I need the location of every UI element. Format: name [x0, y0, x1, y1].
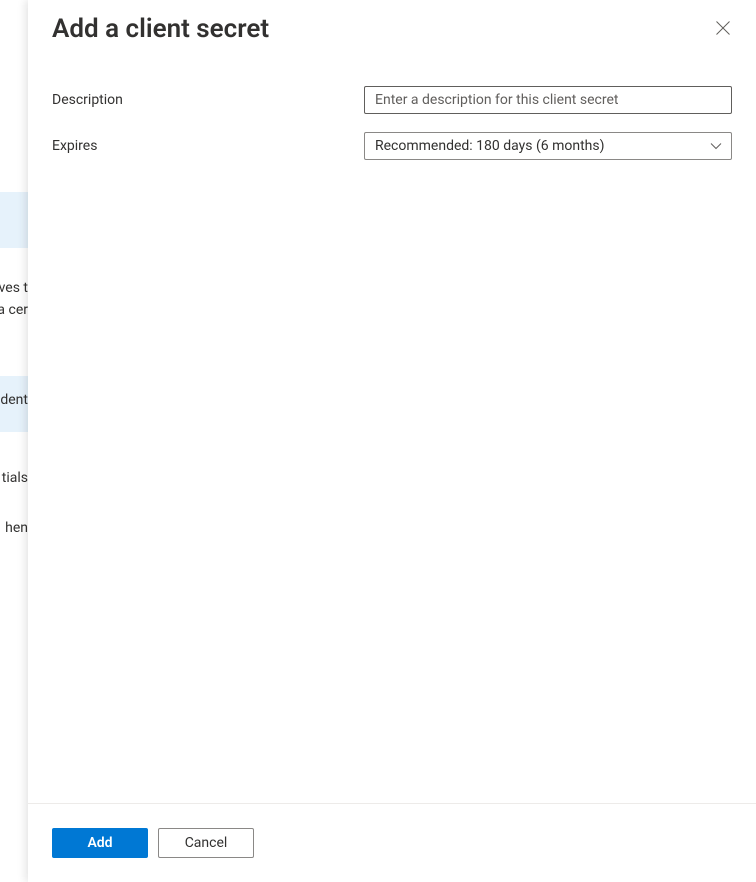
expires-label: Expires [52, 138, 364, 154]
expires-dropdown[interactable]: Recommended: 180 days (6 months) [364, 132, 732, 160]
expires-control: Recommended: 180 days (6 months) [364, 132, 732, 160]
panel-footer: Add Cancel [28, 803, 756, 882]
expires-row: Expires Recommended: 180 days (6 months) [52, 132, 732, 160]
description-input[interactable] [364, 86, 732, 114]
bg-text-fragment: hen [5, 520, 28, 536]
description-label: Description [52, 92, 364, 108]
add-client-secret-panel: Add a client secret Description Expires [28, 0, 756, 882]
close-button[interactable] [714, 20, 732, 38]
bg-text-fragment: ves t [0, 280, 28, 296]
bg-text-fragment: tials [2, 470, 28, 486]
close-icon [716, 20, 730, 39]
background-page-sliver: ves t a cer dent tials hen [0, 0, 28, 882]
bg-text-fragment: a cer [0, 302, 28, 318]
cancel-button[interactable]: Cancel [158, 828, 254, 858]
panel-title: Add a client secret [52, 14, 269, 44]
expires-select-wrap: Recommended: 180 days (6 months) [364, 132, 732, 160]
panel-header: Add a client secret [28, 0, 756, 68]
panel-body: Description Expires Recommended: 180 day… [28, 68, 756, 803]
description-row: Description [52, 86, 732, 114]
bg-highlight [0, 192, 28, 248]
description-control [364, 86, 732, 114]
bg-text-fragment: dent [0, 392, 28, 408]
add-button[interactable]: Add [52, 828, 148, 858]
expires-selected-value: Recommended: 180 days (6 months) [375, 138, 604, 154]
